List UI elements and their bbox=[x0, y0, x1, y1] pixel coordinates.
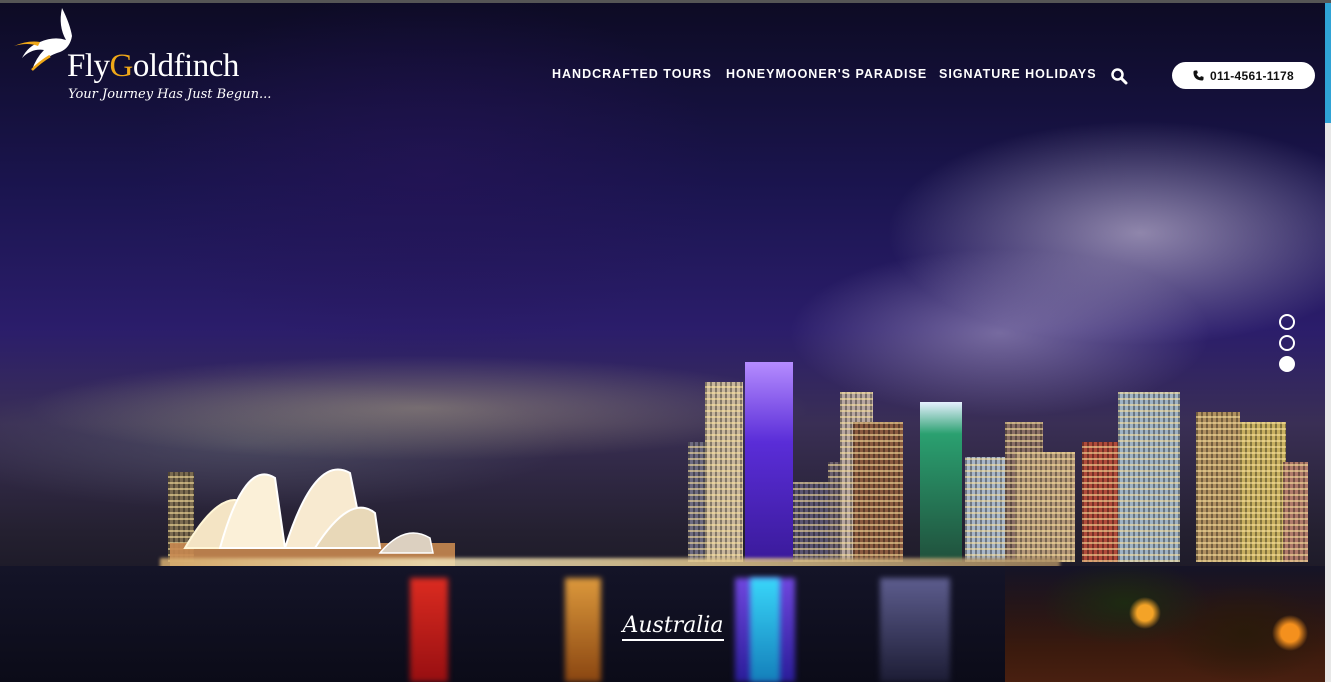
search-icon bbox=[1111, 68, 1128, 85]
slide-caption: Australia bbox=[0, 613, 1331, 641]
building bbox=[920, 402, 962, 562]
slide-dot-2[interactable] bbox=[1279, 335, 1295, 351]
nav-honeymooners-paradise[interactable]: HONEYMOONER'S PARADISE bbox=[726, 67, 927, 81]
slide-dot-1[interactable] bbox=[1279, 314, 1295, 330]
brand-name: FlyGoldfinch bbox=[67, 48, 239, 85]
brand-tagline: Your Journey Has Just Begun... bbox=[68, 87, 272, 102]
building bbox=[1196, 412, 1240, 562]
building bbox=[1082, 442, 1122, 562]
nav-handcrafted-tours[interactable]: HANDCRAFTED TOURS bbox=[552, 67, 712, 81]
phone-button[interactable]: 011-4561-1178 bbox=[1172, 62, 1315, 89]
building bbox=[793, 482, 828, 562]
building bbox=[853, 422, 903, 562]
phone-icon bbox=[1193, 70, 1204, 81]
top-strip bbox=[0, 0, 1331, 3]
building bbox=[1240, 422, 1286, 562]
building bbox=[745, 362, 793, 562]
building bbox=[705, 382, 743, 562]
building bbox=[1283, 462, 1308, 562]
slide-dot-3-active[interactable] bbox=[1279, 356, 1295, 372]
slide-caption-link[interactable]: Australia bbox=[622, 613, 724, 641]
brand-name-part2: oldfinch bbox=[132, 48, 239, 84]
logo[interactable]: FlyGoldfinch Your Journey Has Just Begun… bbox=[10, 6, 271, 110]
building bbox=[1118, 392, 1180, 562]
scrollbar-thumb[interactable] bbox=[1325, 3, 1331, 123]
brand-name-g: G bbox=[109, 48, 134, 84]
building bbox=[1015, 452, 1075, 562]
opera-house-illustration bbox=[165, 468, 465, 572]
brand-name-part1: Fly bbox=[67, 48, 110, 84]
search-button[interactable] bbox=[1110, 67, 1128, 85]
nav-signature-holidays[interactable]: SIGNATURE HOLIDAYS bbox=[939, 67, 1097, 81]
slider-pagination bbox=[1279, 314, 1295, 377]
phone-number: 011-4561-1178 bbox=[1210, 68, 1294, 83]
page-scrollbar[interactable] bbox=[1325, 3, 1331, 682]
